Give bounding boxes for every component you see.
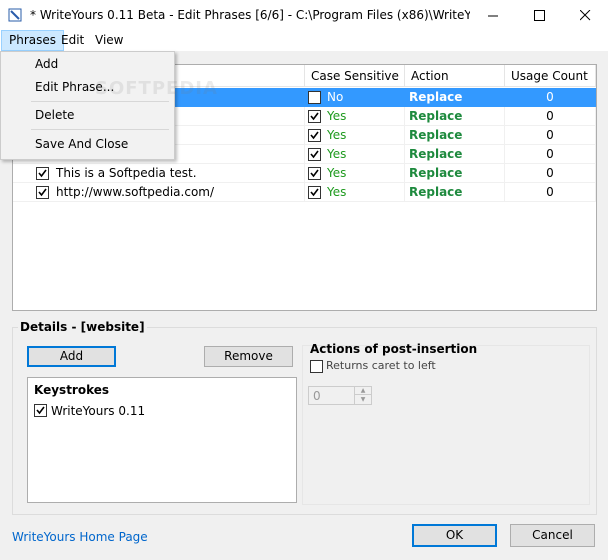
- usage-count-cell: 0: [505, 88, 596, 107]
- minimize-button[interactable]: [470, 0, 516, 30]
- returns-caret-checkbox[interactable]: [310, 360, 323, 373]
- menu-separator: [31, 129, 169, 130]
- usage-count-cell: 0: [505, 126, 596, 145]
- case-cell: Yes: [305, 145, 405, 164]
- menu-view[interactable]: View: [88, 31, 130, 50]
- case-checkbox[interactable]: [308, 129, 321, 142]
- menu-item-add[interactable]: Add: [35, 54, 58, 74]
- phrase-text: This is a Softpedia test.: [56, 166, 197, 180]
- case-label: Yes: [327, 128, 347, 142]
- case-label: Yes: [327, 147, 347, 161]
- case-cell: Yes: [305, 164, 405, 183]
- returns-caret-label: Returns caret to left: [326, 359, 436, 372]
- case-checkbox[interactable]: [308, 110, 321, 123]
- menu-edit[interactable]: Edit: [54, 31, 91, 50]
- minimize-icon: [487, 15, 498, 16]
- maximize-button[interactable]: [516, 0, 562, 30]
- add-keystroke-button[interactable]: Add: [27, 346, 116, 367]
- check-icon: [310, 188, 319, 197]
- title-bar: * WriteYours 0.11 Beta - Edit Phrases [6…: [0, 0, 608, 30]
- keystroke-checkbox[interactable]: [34, 404, 47, 417]
- check-icon: [310, 131, 319, 140]
- header-case-sensitive[interactable]: Case Sensitive: [305, 65, 405, 87]
- case-cell: Yes: [305, 126, 405, 145]
- case-label: Yes: [327, 185, 347, 199]
- phrase-checkbox[interactable]: [36, 167, 49, 180]
- table-row[interactable]: This is a Softpedia test. Yes Replace 0: [13, 164, 596, 183]
- case-label: Yes: [327, 109, 347, 123]
- usage-count-cell: 0: [505, 145, 596, 164]
- menu-separator: [31, 101, 169, 102]
- menu-bar: Phrases Edit View: [0, 30, 608, 51]
- action-cell: Replace: [405, 183, 505, 202]
- case-checkbox[interactable]: [308, 167, 321, 180]
- maximize-icon: [533, 9, 545, 21]
- case-label: No: [327, 90, 344, 104]
- case-cell: Yes: [305, 107, 405, 126]
- check-icon: [36, 406, 45, 415]
- close-icon: [579, 9, 590, 20]
- spinner-value: 0: [313, 389, 321, 403]
- menu-item-delete[interactable]: Delete: [35, 105, 74, 125]
- check-icon: [310, 112, 319, 121]
- header-action[interactable]: Action: [405, 65, 505, 87]
- softpedia-watermark: SOFTPEDIA: [95, 78, 218, 99]
- cancel-button[interactable]: Cancel: [510, 524, 595, 547]
- table-row[interactable]: http://www.softpedia.com/ Yes Replace 0: [13, 183, 596, 202]
- caret-offset-spinner[interactable]: 0 ▲ ▼: [308, 386, 372, 405]
- phrase-checkbox[interactable]: [36, 186, 49, 199]
- keystrokes-title: Keystrokes: [34, 383, 110, 397]
- action-cell: Replace: [405, 107, 505, 126]
- action-cell: Replace: [405, 88, 505, 107]
- action-cell: Replace: [405, 126, 505, 145]
- case-label: Yes: [327, 166, 347, 180]
- usage-count-cell: 0: [505, 164, 596, 183]
- app-icon: [8, 8, 22, 22]
- check-icon: [310, 150, 319, 159]
- action-cell: Replace: [405, 145, 505, 164]
- keystroke-item[interactable]: WriteYours 0.11: [51, 404, 145, 418]
- phrases-dropdown-menu: Add Edit Phrase... Delete Save And Close: [0, 51, 175, 160]
- spin-down-icon[interactable]: ▼: [354, 395, 371, 404]
- ok-button[interactable]: OK: [412, 524, 497, 547]
- check-icon: [38, 188, 47, 197]
- usage-count-cell: 0: [505, 107, 596, 126]
- header-usage-count[interactable]: Usage Count: [505, 65, 596, 87]
- menu-item-save-and-close[interactable]: Save And Close: [35, 134, 128, 154]
- close-button[interactable]: [562, 0, 608, 30]
- post-insertion-title: Actions of post-insertion: [310, 342, 478, 356]
- phrase-cell: This is a Softpedia test.: [13, 164, 305, 183]
- phrase-cell: http://www.softpedia.com/: [13, 183, 305, 202]
- action-cell: Replace: [405, 164, 505, 183]
- usage-count-cell: 0: [505, 183, 596, 202]
- home-page-link[interactable]: WriteYours Home Page: [12, 530, 148, 544]
- details-label: Details - [website]: [18, 320, 147, 334]
- case-checkbox[interactable]: [308, 148, 321, 161]
- remove-keystroke-button[interactable]: Remove: [204, 346, 293, 367]
- check-icon: [310, 169, 319, 178]
- keystrokes-list[interactable]: Keystrokes WriteYours 0.11: [27, 377, 297, 503]
- case-cell: No: [305, 88, 405, 107]
- check-icon: [38, 169, 47, 178]
- phrase-text: http://www.softpedia.com/: [56, 185, 215, 199]
- case-checkbox[interactable]: [308, 186, 321, 199]
- window-title: * WriteYours 0.11 Beta - Edit Phrases [6…: [30, 8, 470, 22]
- case-checkbox[interactable]: [308, 91, 321, 104]
- case-cell: Yes: [305, 183, 405, 202]
- spin-up-icon[interactable]: ▲: [354, 387, 371, 395]
